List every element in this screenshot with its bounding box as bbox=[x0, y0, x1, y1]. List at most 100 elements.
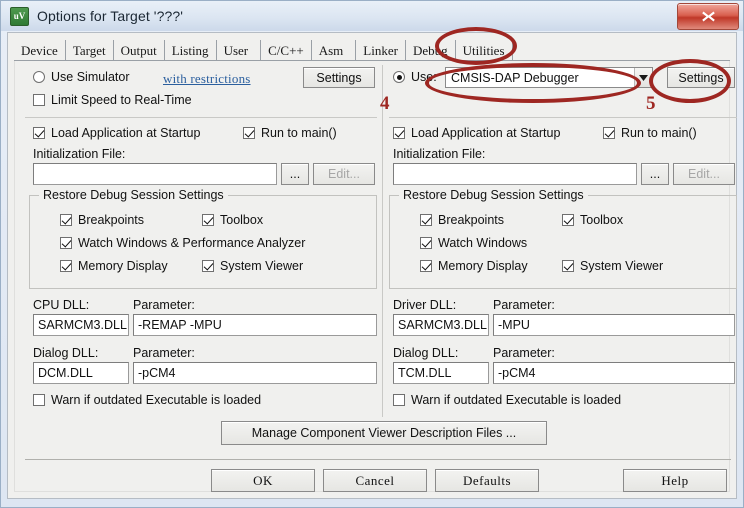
use-simulator-row[interactable]: Use Simulator bbox=[33, 70, 130, 84]
left-system-viewer-checkbox[interactable] bbox=[202, 260, 214, 272]
left-warn-outdated-label: Warn if outdated Executable is loaded bbox=[51, 393, 262, 407]
limit-speed-row[interactable]: Limit Speed to Real-Time bbox=[33, 93, 192, 107]
left-run-to-main-row[interactable]: Run to main() bbox=[243, 126, 337, 140]
left-load-app-row[interactable]: Load Application at Startup bbox=[33, 126, 200, 140]
footer-divider bbox=[25, 459, 731, 460]
right-breakpoints-checkbox[interactable] bbox=[420, 214, 432, 226]
right-watch-windows-checkbox[interactable] bbox=[420, 237, 432, 249]
tab-cpp[interactable]: C/C++ bbox=[261, 40, 312, 61]
with-restrictions-link[interactable]: with restrictions bbox=[163, 71, 251, 87]
right-init-file-input[interactable] bbox=[393, 163, 637, 185]
use-debugger-row[interactable]: Use: bbox=[393, 70, 437, 84]
right-divider bbox=[389, 117, 737, 118]
left-run-to-main-label: Run to main() bbox=[261, 126, 337, 140]
right-toolbox-label: Toolbox bbox=[580, 213, 624, 227]
left-toolbox-checkbox[interactable] bbox=[202, 214, 214, 226]
use-debugger-label: Use: bbox=[411, 70, 437, 84]
right-restore-group: Restore Debug Session Settings Breakpoin… bbox=[389, 188, 737, 289]
right-run-to-main-label: Run to main() bbox=[621, 126, 697, 140]
left-breakpoints-label: Breakpoints bbox=[78, 213, 145, 227]
right-run-to-main-checkbox[interactable] bbox=[603, 127, 615, 139]
right-watch-windows-label: Watch Windows bbox=[438, 236, 528, 250]
right-edit-button[interactable]: Edit... bbox=[673, 163, 735, 185]
left-restore-watch-row[interactable]: Watch Windows & Performance Analyzer bbox=[60, 236, 305, 250]
tab-utilities[interactable]: Utilities bbox=[455, 40, 513, 61]
left-load-app-checkbox[interactable] bbox=[33, 127, 45, 139]
right-system-viewer-checkbox[interactable] bbox=[562, 260, 574, 272]
right-restore-watch-row[interactable]: Watch Windows bbox=[420, 236, 527, 250]
debugger-select[interactable]: CMSIS-DAP Debugger bbox=[445, 67, 653, 88]
right-dialog-dll-label: Dialog DLL: bbox=[393, 346, 459, 360]
tab-device[interactable]: Device bbox=[14, 40, 66, 61]
right-init-file-label: Initialization File: bbox=[393, 147, 486, 161]
left-run-to-main-checkbox[interactable] bbox=[243, 127, 255, 139]
left-memory-display-label: Memory Display bbox=[78, 259, 168, 273]
defaults-button[interactable]: Defaults bbox=[435, 469, 539, 492]
tab-asm[interactable]: Asm bbox=[311, 40, 357, 61]
tab-user[interactable]: User bbox=[216, 40, 262, 61]
close-icon bbox=[701, 11, 715, 22]
tab-debug[interactable]: Debug bbox=[405, 40, 456, 61]
right-load-app-row[interactable]: Load Application at Startup bbox=[393, 126, 560, 140]
left-restore-toolbox-row[interactable]: Toolbox bbox=[202, 213, 263, 227]
right-browse-button[interactable]: ... bbox=[641, 163, 669, 185]
left-toolbox-label: Toolbox bbox=[220, 213, 264, 227]
left-memory-display-checkbox[interactable] bbox=[60, 260, 72, 272]
tab-linker[interactable]: Linker bbox=[356, 40, 406, 61]
left-restore-group: Restore Debug Session Settings Breakpoin… bbox=[29, 188, 377, 289]
left-watch-windows-label: Watch Windows & Performance Analyzer bbox=[78, 236, 306, 250]
tab-listing[interactable]: Listing bbox=[164, 40, 217, 61]
right-memory-display-checkbox[interactable] bbox=[420, 260, 432, 272]
left-init-file-label: Initialization File: bbox=[33, 147, 126, 161]
right-toolbox-checkbox[interactable] bbox=[562, 214, 574, 226]
cancel-button[interactable]: Cancel bbox=[323, 469, 427, 492]
right-restore-toolbox-row[interactable]: Toolbox bbox=[562, 213, 623, 227]
left-breakpoints-checkbox[interactable] bbox=[60, 214, 72, 226]
right-breakpoints-label: Breakpoints bbox=[438, 213, 505, 227]
left-edit-button[interactable]: Edit... bbox=[313, 163, 375, 185]
right-system-viewer-label: System Viewer bbox=[580, 259, 664, 273]
left-dialog-dll-param-input[interactable]: -pCM4 bbox=[133, 362, 377, 384]
left-watch-windows-checkbox[interactable] bbox=[60, 237, 72, 249]
use-debugger-radio[interactable] bbox=[393, 71, 405, 83]
left-restore-sysview-row[interactable]: System Viewer bbox=[202, 259, 303, 273]
use-simulator-radio[interactable] bbox=[33, 71, 45, 83]
left-dialog-dll-input[interactable]: DCM.DLL bbox=[33, 362, 129, 384]
left-load-app-label: Load Application at Startup bbox=[51, 126, 201, 140]
left-init-file-input[interactable] bbox=[33, 163, 277, 185]
debugger-settings-button[interactable]: Settings bbox=[667, 67, 735, 88]
right-dialog-dll-param-label: Parameter: bbox=[493, 346, 555, 360]
left-warn-outdated-checkbox[interactable] bbox=[33, 394, 45, 406]
ok-button[interactable]: OK bbox=[211, 469, 315, 492]
help-button[interactable]: Help bbox=[623, 469, 727, 492]
right-driver-dll-param-input[interactable]: -MPU bbox=[493, 314, 735, 336]
right-dialog-dll-input[interactable]: TCM.DLL bbox=[393, 362, 489, 384]
right-driver-dll-param-label: Parameter: bbox=[493, 298, 555, 312]
title-bar: uV Options for Target '???' bbox=[1, 1, 743, 31]
tab-output[interactable]: Output bbox=[113, 40, 165, 61]
right-driver-dll-input[interactable]: SARMCM3.DLL bbox=[393, 314, 489, 336]
right-restore-sysview-row[interactable]: System Viewer bbox=[562, 259, 663, 273]
limit-speed-label: Limit Speed to Real-Time bbox=[51, 93, 192, 107]
limit-speed-checkbox[interactable] bbox=[33, 94, 45, 106]
chevron-down-icon[interactable] bbox=[634, 68, 652, 87]
right-warn-outdated-checkbox[interactable] bbox=[393, 394, 405, 406]
tab-strip: Device Target Output Listing User C/C++ … bbox=[14, 39, 730, 61]
right-run-to-main-row[interactable]: Run to main() bbox=[603, 126, 697, 140]
right-restore-breakpoints-row[interactable]: Breakpoints bbox=[420, 213, 504, 227]
right-load-app-checkbox[interactable] bbox=[393, 127, 405, 139]
right-restore-memory-row[interactable]: Memory Display bbox=[420, 259, 528, 273]
manage-component-viewer-button[interactable]: Manage Component Viewer Description File… bbox=[221, 421, 547, 445]
close-button[interactable] bbox=[677, 3, 739, 30]
right-dialog-dll-param-input[interactable]: -pCM4 bbox=[493, 362, 735, 384]
left-restore-memory-row[interactable]: Memory Display bbox=[60, 259, 168, 273]
left-warn-outdated-row[interactable]: Warn if outdated Executable is loaded bbox=[33, 393, 261, 407]
left-cpu-dll-input[interactable]: SARMCM3.DLL bbox=[33, 314, 129, 336]
tab-target[interactable]: Target bbox=[65, 40, 114, 61]
left-system-viewer-label: System Viewer bbox=[220, 259, 304, 273]
simulator-settings-button[interactable]: Settings bbox=[303, 67, 375, 88]
left-browse-button[interactable]: ... bbox=[281, 163, 309, 185]
left-cpu-dll-param-input[interactable]: -REMAP -MPU bbox=[133, 314, 377, 336]
right-warn-outdated-row[interactable]: Warn if outdated Executable is loaded bbox=[393, 393, 621, 407]
left-restore-breakpoints-row[interactable]: Breakpoints bbox=[60, 213, 144, 227]
